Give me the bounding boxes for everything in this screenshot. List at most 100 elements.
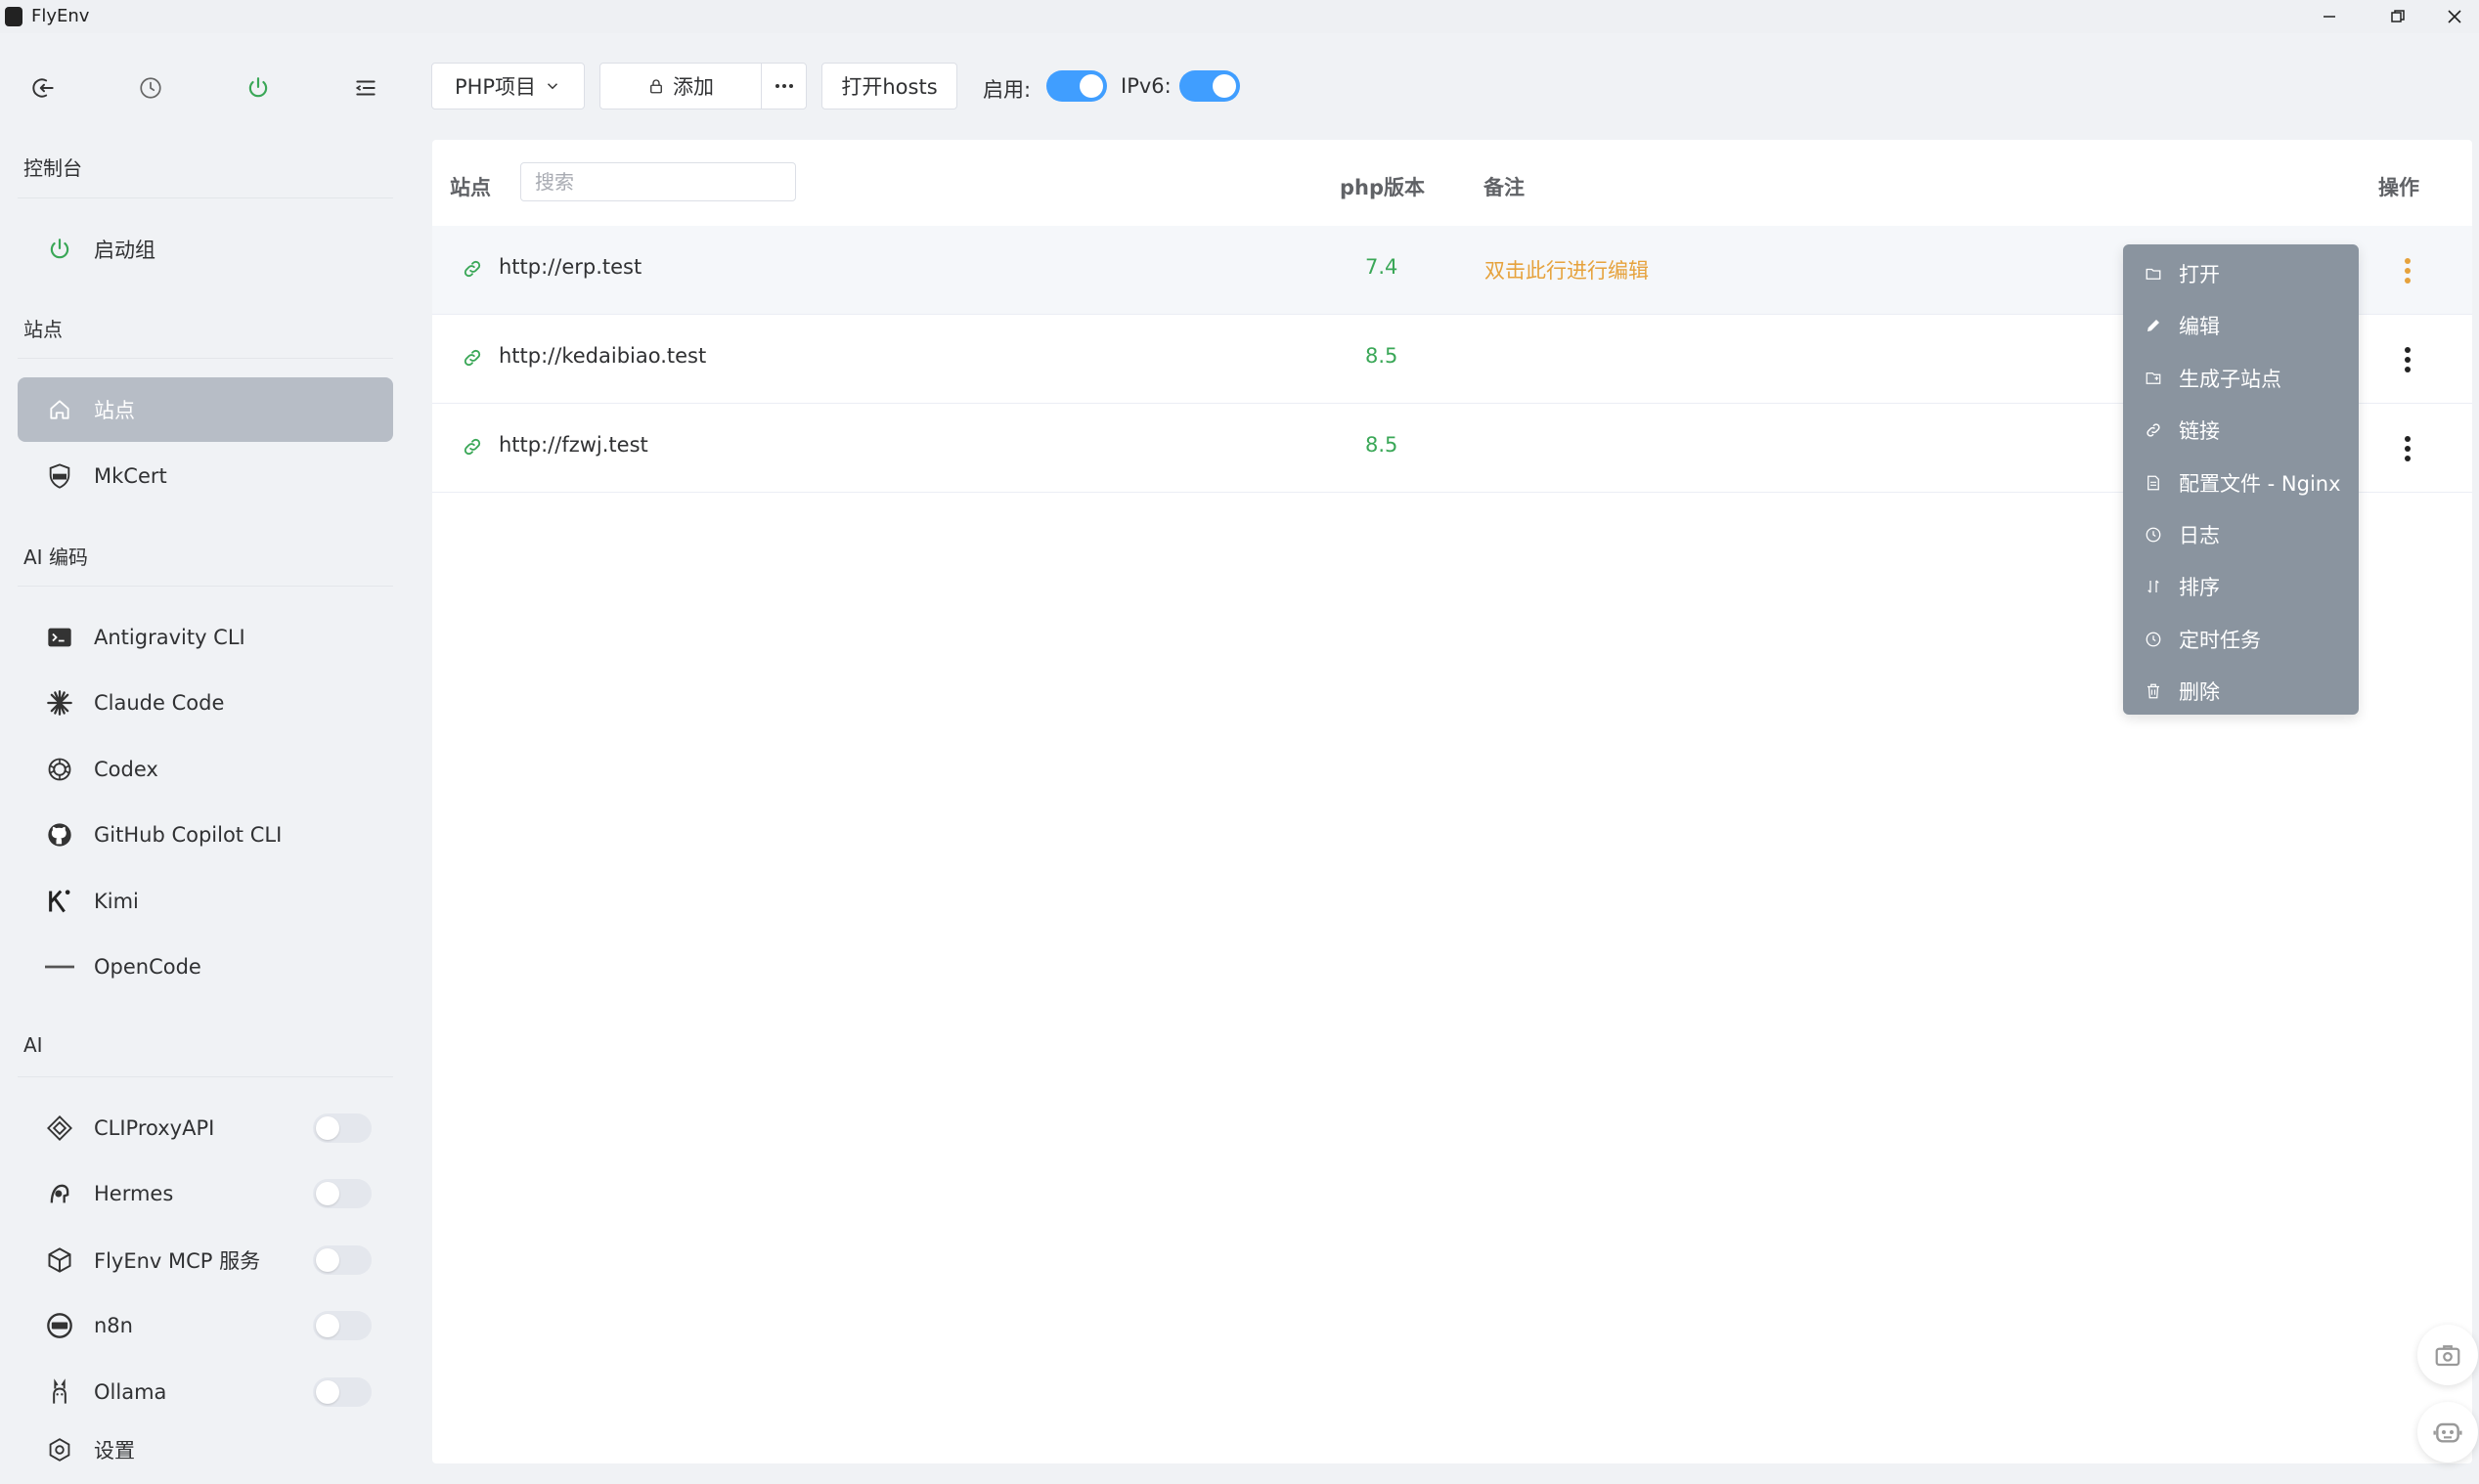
sidebar-divider xyxy=(18,1076,393,1077)
add-more-button[interactable] xyxy=(761,63,807,109)
chevron-down-icon xyxy=(548,83,558,90)
sidebar-section-ai: AI xyxy=(23,1033,43,1057)
menu-item-log[interactable]: 日志 xyxy=(2123,509,2359,560)
menu-item-label: 打开 xyxy=(2179,263,2220,286)
sidebar-item-label: Claude Code xyxy=(94,691,225,715)
app-logo-icon xyxy=(5,7,22,26)
sidebar-item-label: Antigravity CLI xyxy=(94,626,245,649)
sidebar-item-claude-code[interactable]: Claude Code xyxy=(18,671,393,735)
hermes-toggle[interactable] xyxy=(313,1179,372,1208)
app-title: FlyEnv xyxy=(31,6,90,26)
pencil-icon xyxy=(2144,316,2163,335)
restore-button[interactable] xyxy=(2368,0,2427,33)
ipv6-label: IPv6: xyxy=(1121,74,1172,98)
subsite-icon xyxy=(2144,369,2163,388)
menu-item-open[interactable]: 打开 xyxy=(2123,248,2359,299)
menu-item-sort[interactable]: 排序 xyxy=(2123,561,2359,612)
power-button[interactable] xyxy=(235,65,282,111)
project-type-select[interactable]: PHP项目 xyxy=(431,63,585,109)
ai-assistant-fab-button[interactable] xyxy=(2417,1402,2478,1462)
proxy-diamond-icon xyxy=(45,1113,74,1143)
menu-item-config-nginx[interactable]: 配置文件 - Nginx xyxy=(2123,458,2359,508)
menu-item-link[interactable]: 链接 xyxy=(2123,405,2359,456)
ollama-icon xyxy=(45,1377,74,1407)
sidebar-item-github-copilot-cli[interactable]: GitHub Copilot CLI xyxy=(18,803,393,867)
column-header-action: 操作 xyxy=(2378,176,2419,199)
link-icon[interactable] xyxy=(462,258,483,280)
claude-asterisk-icon xyxy=(45,688,74,718)
column-header-note: 备注 xyxy=(1483,176,1525,199)
menu-item-edit[interactable]: 编辑 xyxy=(2123,300,2359,351)
openai-icon xyxy=(45,755,74,784)
add-button[interactable]: 添加 xyxy=(599,63,762,109)
sidebar-item-label: Ollama xyxy=(94,1380,167,1404)
ollama-toggle[interactable] xyxy=(313,1377,372,1407)
row-context-menu: 打开 编辑 生成子站点 链接 配置文件 - Nginx 日志 排序 定时任务 删… xyxy=(2123,244,2359,715)
sidebar-item-mkcert[interactable]: MkCert xyxy=(18,444,393,508)
github-icon xyxy=(45,820,74,850)
sidebar-item-kimi[interactable]: Kimi xyxy=(18,869,393,934)
n8n-toggle[interactable] xyxy=(313,1311,372,1340)
open-hosts-button[interactable]: 打开hosts xyxy=(821,63,957,109)
add-button-label: 添加 xyxy=(673,75,714,99)
php-version: 7.4 xyxy=(1365,255,1398,279)
menu-item-label: 生成子站点 xyxy=(2179,368,2281,391)
logout-icon xyxy=(32,78,54,98)
back-button[interactable] xyxy=(21,65,67,111)
sidebar-item-label: n8n xyxy=(94,1314,133,1337)
cube-icon xyxy=(45,1245,74,1275)
folder-icon xyxy=(2144,264,2163,284)
sidebar-item-label: GitHub Copilot CLI xyxy=(94,823,283,847)
minimize-icon xyxy=(2324,16,2335,18)
enable-toggle[interactable] xyxy=(1046,70,1107,102)
link-icon[interactable] xyxy=(462,436,483,458)
terminal-icon xyxy=(45,623,74,652)
search-input[interactable] xyxy=(520,162,796,201)
collapse-menu-button[interactable] xyxy=(342,65,389,111)
link-icon xyxy=(2144,420,2163,440)
sidebar-item-ollama[interactable]: Ollama xyxy=(18,1360,393,1424)
power-icon xyxy=(45,235,74,264)
home-icon xyxy=(45,395,74,424)
file-icon xyxy=(2144,473,2163,493)
sidebar-item-sites[interactable]: 站点 xyxy=(18,377,393,442)
sidebar-item-flyenv-mcp[interactable]: FlyEnv MCP 服务 xyxy=(18,1228,393,1292)
cliproxyapi-toggle[interactable] xyxy=(313,1113,372,1143)
sidebar-item-label: Kimi xyxy=(94,890,139,913)
sidebar-item-settings[interactable]: 设置 xyxy=(18,1418,393,1482)
sidebar-item-label: 设置 xyxy=(94,1439,135,1462)
menu-item-label: 排序 xyxy=(2179,576,2220,599)
ssl-badge-icon xyxy=(45,461,74,491)
menu-item-scheduled-task[interactable]: 定时任务 xyxy=(2123,614,2359,665)
sidebar-item-codex[interactable]: Codex xyxy=(18,737,393,802)
link-icon[interactable] xyxy=(462,347,483,369)
power-icon xyxy=(248,77,268,98)
screenshot-fab-button[interactable] xyxy=(2417,1325,2478,1385)
lock-icon xyxy=(650,79,662,94)
trash-icon xyxy=(2144,681,2163,701)
sidebar-item-antigravity-cli[interactable]: Antigravity CLI xyxy=(18,605,393,670)
column-header-php-version: php版本 xyxy=(1340,176,1426,199)
row-actions-button[interactable] xyxy=(2390,255,2425,286)
sidebar-item-label: CLIProxyAPI xyxy=(94,1116,215,1140)
sidebar-divider xyxy=(18,358,393,359)
sidebar-item-cliproxyapi[interactable]: CLIProxyAPI xyxy=(18,1096,393,1160)
row-actions-button[interactable] xyxy=(2390,433,2425,464)
menu-item-generate-subsite[interactable]: 生成子站点 xyxy=(2123,353,2359,404)
sidebar-item-opencode[interactable]: OpenCode xyxy=(18,935,393,999)
history-button[interactable] xyxy=(127,65,174,111)
ipv6-toggle[interactable] xyxy=(1179,70,1240,102)
sidebar-section-sites: 站点 xyxy=(23,318,63,341)
close-button[interactable] xyxy=(2425,0,2479,33)
menu-item-label: 删除 xyxy=(2179,680,2220,704)
column-header-site: 站点 xyxy=(450,176,491,199)
minimize-button[interactable] xyxy=(2300,0,2359,33)
sidebar-item-startup-group[interactable]: 启动组 xyxy=(18,217,393,282)
php-version: 8.5 xyxy=(1365,344,1398,368)
sidebar-item-n8n[interactable]: n8n xyxy=(18,1293,393,1358)
flyenv-mcp-toggle[interactable] xyxy=(313,1245,372,1275)
sidebar-item-hermes[interactable]: Hermes xyxy=(18,1161,393,1226)
menu-item-delete[interactable]: 删除 xyxy=(2123,666,2359,717)
row-actions-button[interactable] xyxy=(2390,344,2425,375)
close-icon xyxy=(2448,10,2461,23)
